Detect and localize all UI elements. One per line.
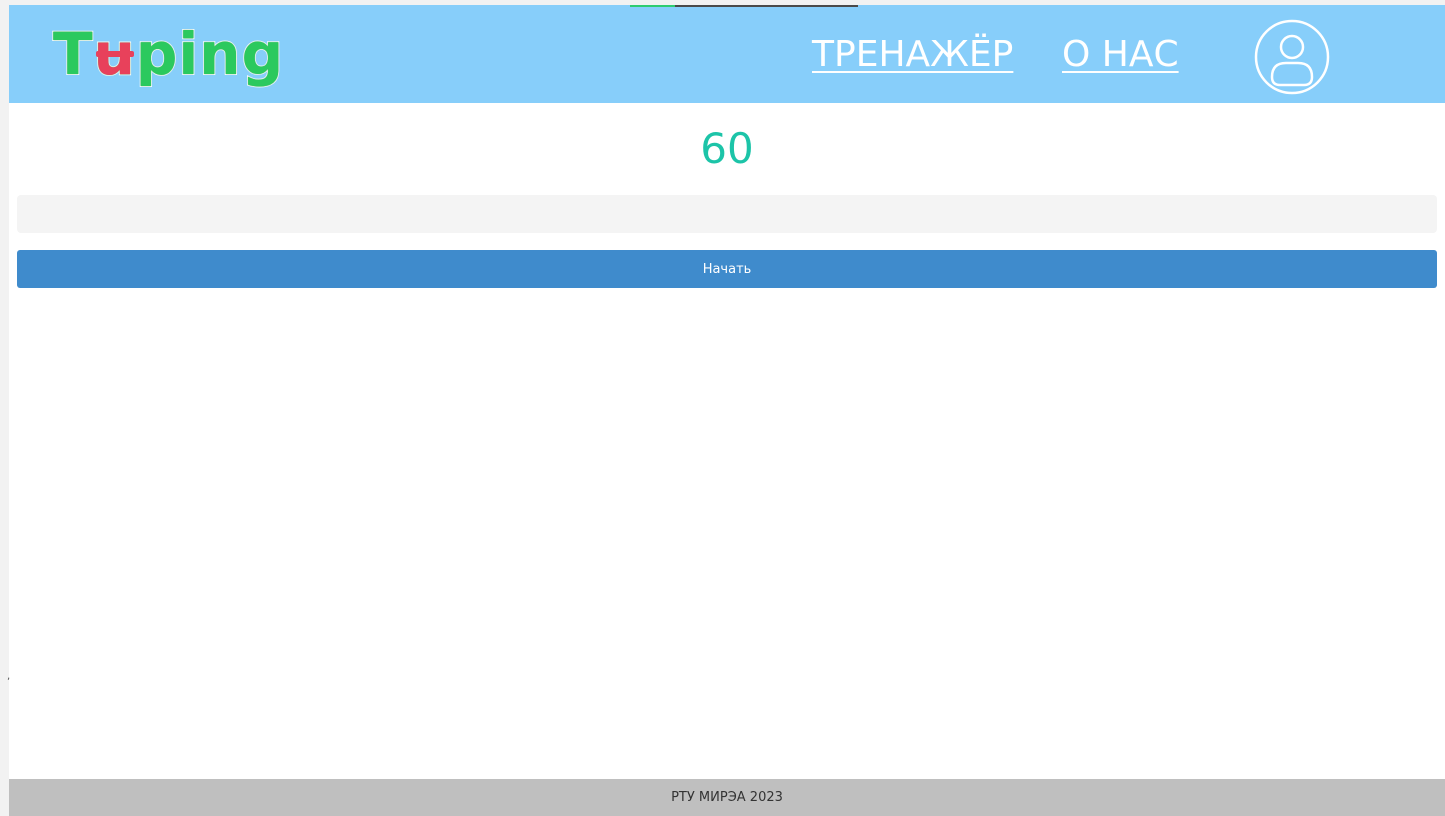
nav-item-trainer: ТРЕНАЖЁР [812,29,1013,79]
site-footer: РТУ МИРЭА 2023 [9,779,1445,816]
start-button[interactable]: Начать [17,250,1437,288]
nav-link-trainer[interactable]: ТРЕНАЖЁР [812,34,1013,75]
nav-link-about[interactable]: О НАС [1062,34,1179,75]
countdown-timer: 60 [700,124,754,173]
user-circle-icon[interactable] [1254,19,1330,95]
top-accent-bar [630,5,858,7]
logo-text-end: ping [135,19,285,89]
logo-text-start: T [52,19,94,89]
logo[interactable]: Tu ping [52,19,285,89]
typing-input[interactable] [17,195,1437,233]
stray-mark: , [7,671,11,682]
logo-text-middle: u [93,19,136,89]
page: Tu ping ТРЕНАЖЁР О НАС 60 Начать , РТУ МИ… [7,5,1445,816]
site-header: Tu ping ТРЕНАЖЁР О НАС [9,5,1445,103]
nav-item-about: О НАС [1062,29,1179,79]
footer-text: РТУ МИРЭА 2023 [671,790,783,805]
